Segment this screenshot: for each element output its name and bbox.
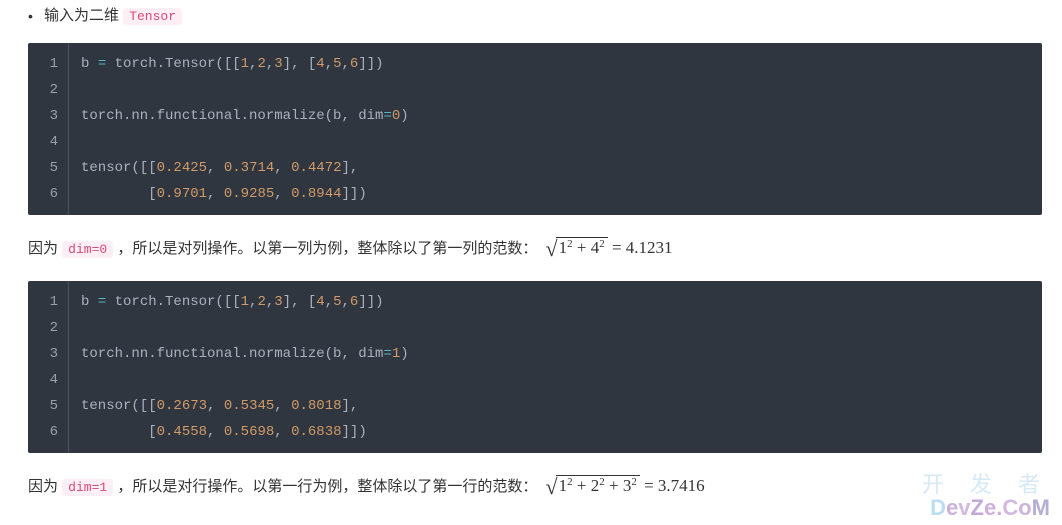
code-block-dim1: 123456 b = torch.Tensor([[1,2,3], [4,5,6… (28, 281, 1042, 453)
math-formula-dim1: √12 + 22 + 32 = 3.7416 (542, 476, 705, 495)
para1-mid: ，所以是对列操作。以第一列为例，整体除以了第一列的范数： (117, 240, 537, 257)
math-formula-dim0: √12 + 42 = 4.1231 (542, 238, 673, 257)
inline-code-tensor: Tensor (123, 8, 182, 25)
code-lines: b = torch.Tensor([[1,2,3], [4,5,6]]) tor… (69, 281, 1042, 453)
code-block-dim0: 123456 b = torch.Tensor([[1,2,3], [4,5,6… (28, 43, 1042, 215)
para1-prefix: 因为 (28, 240, 62, 257)
inline-code-dim0: dim=0 (62, 241, 113, 258)
code-lines: b = torch.Tensor([[1,2,3], [4,5,6]]) tor… (69, 43, 1042, 215)
bullet-prefix: 输入为二维 (44, 7, 119, 24)
para2-prefix: 因为 (28, 478, 62, 495)
explanation-dim1: 因为 dim=1 ，所以是对行操作。以第一行为例，整体除以了第一行的范数： √1… (28, 473, 1042, 501)
bullet-2d-tensor: 输入为二维 Tensor (28, 4, 1042, 29)
inline-code-dim1: dim=1 (62, 479, 113, 496)
line-numbers: 123456 (28, 43, 69, 215)
explanation-dim0: 因为 dim=0 ，所以是对列操作。以第一列为例，整体除以了第一列的范数： √1… (28, 235, 1042, 263)
line-numbers: 123456 (28, 281, 69, 453)
para2-mid: ，所以是对行操作。以第一行为例，整体除以了第一行的范数： (117, 478, 537, 495)
